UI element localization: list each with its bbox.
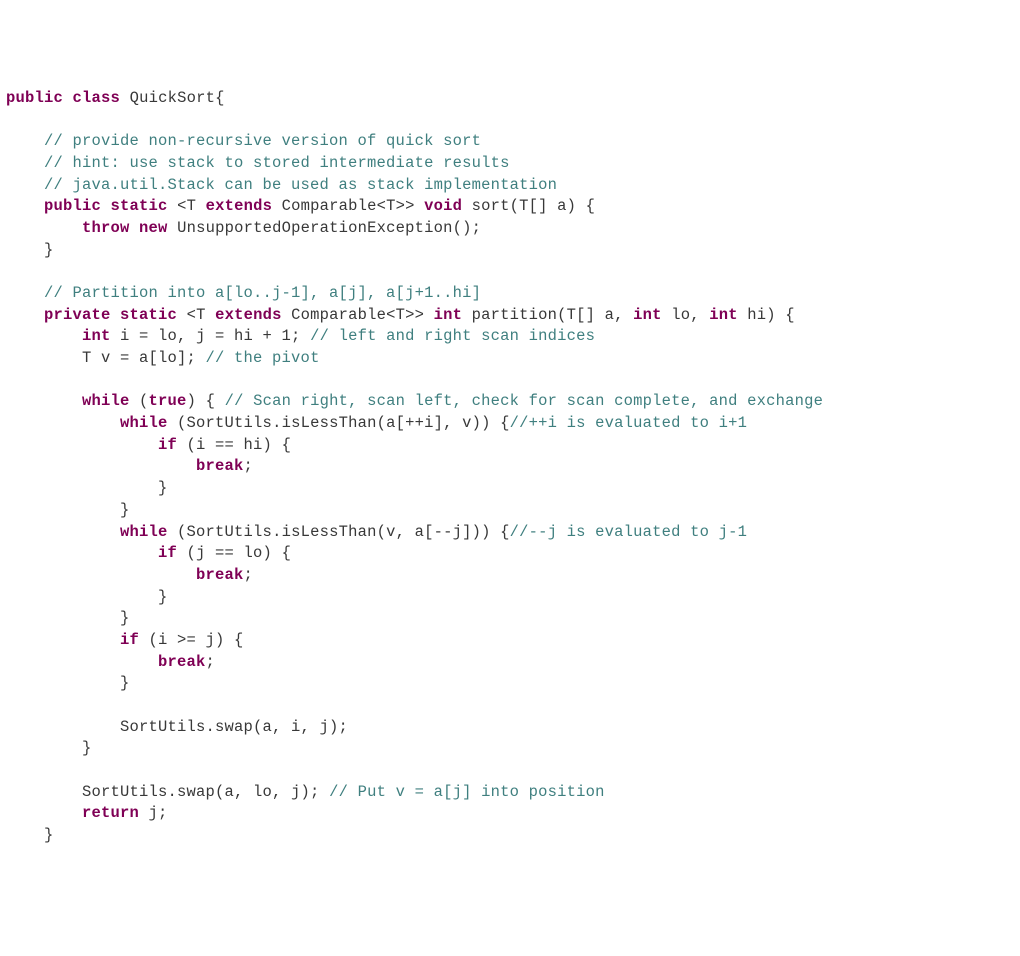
comment-inline: // left and right scan indices: [310, 327, 595, 345]
method-sort-sig: sort(T[] a) {: [462, 197, 595, 215]
type-part: Comparable<T>>: [282, 306, 434, 324]
keyword-break: break: [158, 653, 206, 671]
while-scan-right: (SortUtils.isLessThan(a[++i], v)) {: [168, 414, 510, 432]
keyword-int: int: [82, 327, 111, 345]
keyword-true: true: [149, 392, 187, 410]
param-lo: lo,: [662, 306, 710, 324]
while-scan-left: (SortUtils.isLessThan(v, a[--j])) {: [168, 523, 510, 541]
semicolon: ;: [244, 457, 254, 475]
keyword-class: class: [73, 89, 121, 107]
if-cond-lo: (j == lo) {: [177, 544, 291, 562]
keyword-while: while: [120, 414, 168, 432]
comment-inline: //++i is evaluated to i+1: [510, 414, 748, 432]
comment-inline: // the pivot: [206, 349, 320, 367]
keyword-public: public: [6, 89, 63, 107]
keyword-break: break: [196, 457, 244, 475]
keyword-throw: throw: [82, 219, 130, 237]
swap-ij: SortUtils.swap(a, i, j);: [6, 718, 348, 736]
brace-close: }: [6, 674, 130, 692]
type-part: Comparable<T>>: [272, 197, 424, 215]
swap-loj: SortUtils.swap(a, lo, j);: [6, 783, 329, 801]
code-block: public class QuickSort{ // provide non-r…: [6, 88, 1014, 847]
keyword-static: static: [111, 197, 168, 215]
return-j: j;: [139, 804, 168, 822]
class-name: QuickSort: [130, 89, 216, 107]
keyword-extends: extends: [206, 197, 273, 215]
brace-close: }: [6, 609, 130, 627]
keyword-int: int: [434, 306, 463, 324]
keyword-break: break: [196, 566, 244, 584]
while-head-tail: ) {: [187, 392, 225, 410]
keyword-void: void: [424, 197, 462, 215]
paren-open: (: [130, 392, 149, 410]
keyword-int: int: [709, 306, 738, 324]
brace-open: {: [215, 89, 225, 107]
comment-line: // provide non-recursive version of quic…: [6, 132, 481, 150]
keyword-int: int: [633, 306, 662, 324]
brace-close: }: [6, 826, 54, 844]
keyword-if: if: [158, 544, 177, 562]
decl-indices: i = lo, j = hi + 1;: [111, 327, 311, 345]
keyword-while: while: [82, 392, 130, 410]
semicolon: ;: [206, 653, 216, 671]
brace-close: }: [6, 241, 54, 259]
keyword-if: if: [158, 436, 177, 454]
decl-pivot: T v = a[lo];: [6, 349, 206, 367]
keyword-while: while: [120, 523, 168, 541]
generic-decl: <T: [168, 197, 206, 215]
if-scan-done: (i >= j) {: [139, 631, 244, 649]
comment-line: // Partition into a[lo..j-1], a[j], a[j+…: [6, 284, 481, 302]
keyword-if: if: [120, 631, 139, 649]
brace-close: }: [6, 479, 168, 497]
comment-line: // java.util.Stack can be used as stack …: [6, 176, 557, 194]
comment-line: // hint: use stack to stored intermediat…: [6, 154, 510, 172]
comment-inline: //--j is evaluated to j-1: [510, 523, 748, 541]
brace-close: }: [6, 501, 130, 519]
if-cond-hi: (i == hi) {: [177, 436, 291, 454]
keyword-static: static: [120, 306, 177, 324]
comment-inline: // Put v = a[j] into position: [329, 783, 605, 801]
keyword-extends: extends: [215, 306, 282, 324]
keyword-private: private: [44, 306, 111, 324]
method-partition-sig: partition(T[] a,: [462, 306, 633, 324]
generic-decl: <T: [177, 306, 215, 324]
param-hi: hi) {: [738, 306, 795, 324]
brace-close: }: [6, 739, 92, 757]
semicolon: ;: [244, 566, 254, 584]
keyword-new: new: [139, 219, 168, 237]
keyword-return: return: [82, 804, 139, 822]
comment-inline: // Scan right, scan left, check for scan…: [225, 392, 824, 410]
keyword-public: public: [44, 197, 101, 215]
brace-close: }: [6, 588, 168, 606]
throw-expr: UnsupportedOperationException();: [168, 219, 482, 237]
